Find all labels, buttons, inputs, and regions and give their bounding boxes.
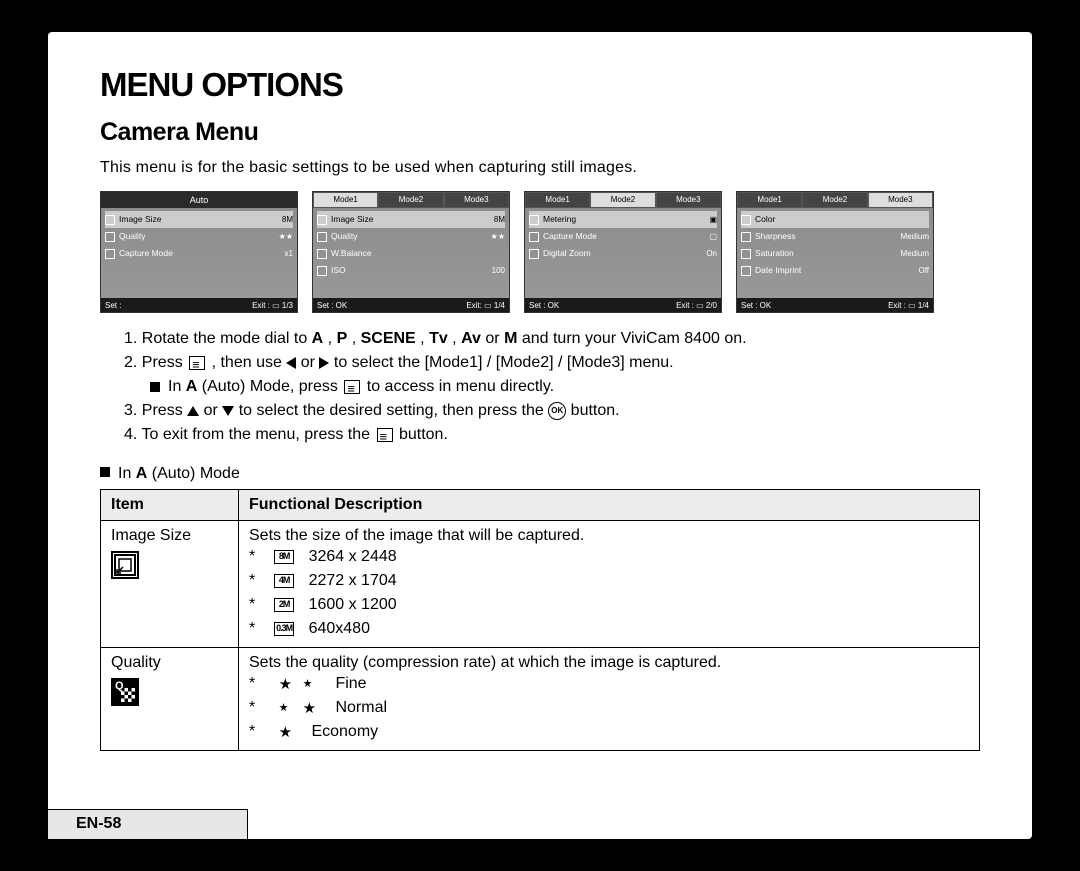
manual-page: MENU OPTIONS Camera Menu This menu is fo…: [48, 32, 1032, 839]
step-1: 1. Rotate the mode dial to A , P , SCENE…: [100, 327, 980, 351]
desc-cell: Sets the quality (compression rate) at w…: [239, 648, 980, 751]
image-size-icon: [111, 551, 139, 579]
menu-icon: [189, 356, 205, 370]
page-number: EN-58: [48, 809, 248, 839]
page-title: MENU OPTIONS: [100, 66, 980, 104]
settings-table: Item Functional Description Image SizeSe…: [100, 489, 980, 751]
menu-icon: [377, 428, 393, 442]
size-tag-icon: 2M: [274, 598, 294, 612]
screenshot-3: Mode1Mode2Mode3Metering▣Capture Mode▢Dig…: [524, 191, 722, 313]
col-desc: Functional Description: [239, 490, 980, 521]
ok-icon: OK: [548, 402, 566, 420]
mode-note: In A (Auto) Mode: [100, 465, 980, 483]
menu-icon: [344, 380, 360, 394]
step-3: 3. Press or to select the desired settin…: [100, 399, 980, 423]
intro-text: This menu is for the basic settings to b…: [100, 159, 980, 177]
star-icon: ★: [279, 677, 293, 692]
table-row: QualitySets the quality (compression rat…: [101, 648, 980, 751]
star-icon: ★: [279, 725, 293, 740]
left-arrow-icon: [286, 357, 296, 369]
screenshot-1: AutoImage Size8MQuality★★Capture Modex1S…: [100, 191, 298, 313]
table-row: Image SizeSets the size of the image tha…: [101, 521, 980, 648]
size-tag-icon: 0.3M: [274, 622, 294, 636]
instruction-steps: 1. Rotate the mode dial to A , P , SCENE…: [100, 327, 980, 447]
item-cell: Image Size: [101, 521, 239, 648]
star-icon: ★: [279, 701, 293, 716]
size-tag-icon: 4M: [274, 574, 294, 588]
bullet-icon: [100, 467, 110, 477]
right-arrow-icon: [319, 357, 329, 369]
quality-icon: [111, 678, 139, 706]
bullet-icon: [150, 382, 160, 392]
up-arrow-icon: [187, 406, 199, 416]
size-tag-icon: 8M: [274, 550, 294, 564]
screenshots-row: AutoImage Size8MQuality★★Capture Modex1S…: [100, 191, 980, 313]
screenshot-2: Mode1Mode2Mode3Image Size8MQuality★★W.Ba…: [312, 191, 510, 313]
screenshot-4: Mode1Mode2Mode3ColorSharpnessMediumSatur…: [736, 191, 934, 313]
down-arrow-icon: [222, 406, 234, 416]
step-2-sub: In A (Auto) Mode, press to access in men…: [100, 375, 980, 399]
step-2: 2. Press , then use or to select the [Mo…: [100, 351, 980, 375]
star-icon: ★: [303, 701, 317, 716]
section-title: Camera Menu: [100, 118, 980, 147]
star-icon: ★: [303, 677, 317, 692]
desc-cell: Sets the size of the image that will be …: [239, 521, 980, 648]
step-4: 4. To exit from the menu, press the butt…: [100, 423, 980, 447]
item-cell: Quality: [101, 648, 239, 751]
col-item: Item: [101, 490, 239, 521]
